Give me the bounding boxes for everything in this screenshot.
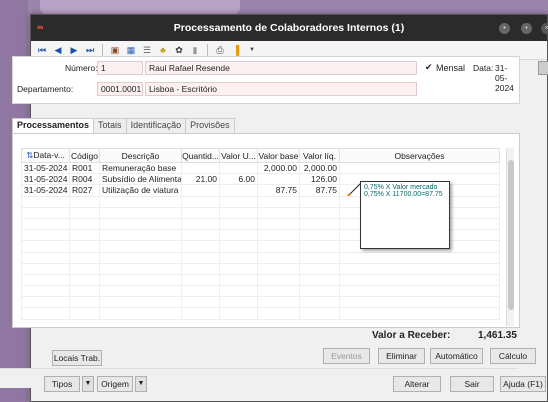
departamento-code-field[interactable]: 0001.0001 [97, 82, 143, 96]
toolbar-divider [102, 44, 103, 56]
window-title: Processamento de Colaboradores Internos … [173, 22, 405, 34]
total-label: Valor a Receber: [372, 330, 451, 341]
prev-icon[interactable]: ◀ [52, 44, 64, 56]
first-icon[interactable]: ⏮ [36, 44, 48, 56]
chevron-down-icon[interactable]: ▼ [246, 44, 258, 56]
app-logo-icon: ∞ [37, 22, 44, 32]
cell-valor-unitario[interactable]: 6.00 [219, 173, 258, 186]
print-icon[interactable]: ⎙ [214, 44, 226, 56]
cell-descricao[interactable]: Remuneração base [99, 161, 182, 175]
column-header-data[interactable]: ⇅Data-v... [21, 148, 70, 163]
tab-identificacao[interactable]: Identificação [125, 118, 187, 133]
data-label: Data: [473, 63, 494, 73]
mensal-label: Mensal [436, 63, 466, 73]
column-header-quantidade[interactable]: Quantid... [181, 148, 220, 163]
cell-data[interactable]: 31-05-2024 [21, 184, 70, 197]
cell-valor-base[interactable]: 87.75 [257, 184, 300, 197]
minimize-icon[interactable]: • [499, 23, 510, 34]
column-header-codigo[interactable]: Código [69, 148, 100, 163]
group-icon[interactable]: ▦ [125, 44, 137, 56]
titlebar: ∞ Processamento de Colaboradores Interno… [31, 15, 548, 41]
toolbar-divider [207, 44, 208, 56]
cell-valor-liquido[interactable]: 2,000.00 [299, 161, 340, 175]
tab-totais[interactable]: Totais [93, 118, 127, 133]
observation-tooltip: 0,75% X Valor mercado 0,75% X 11700.00=8… [360, 181, 450, 249]
cell-valor-liquido[interactable]: 126.00 [299, 173, 340, 186]
list-icon[interactable]: ☰ [141, 44, 153, 56]
table-row[interactable] [21, 307, 500, 320]
cell-valor-unitario[interactable] [219, 161, 258, 175]
cell-quantidade[interactable] [181, 184, 220, 197]
header-panel: Número: 1 Raul Rafael Resende ✔ Mensal D… [12, 56, 548, 104]
table-row[interactable] [21, 262, 500, 275]
tipos-dropdown-icon[interactable]: ▼ [82, 376, 94, 392]
cell-data[interactable]: 31-05-2024 [21, 173, 70, 186]
cell-data[interactable]: 31-05-2024 [21, 161, 70, 175]
cell-codigo[interactable]: R001 [69, 161, 100, 175]
cell-observacoes[interactable] [339, 161, 500, 175]
tab-bar: Processamentos Totais Identificação Prov… [12, 118, 235, 133]
note-line-2: 0,75% X 11700.00=87.75 [364, 191, 443, 198]
column-header-descricao[interactable]: Descrição [99, 148, 182, 163]
bookmark-icon[interactable]: ▐ [230, 44, 242, 56]
maximize-icon[interactable]: • [521, 23, 532, 34]
table-row[interactable] [21, 273, 500, 287]
calculo-button[interactable]: Cálculo [490, 348, 536, 364]
cell-valor-liquido[interactable]: 87.75 [299, 184, 340, 197]
gear-icon[interactable]: ✿ [173, 44, 185, 56]
cell-descricao[interactable]: Utilização de viatura ... [99, 184, 182, 197]
automatico-button[interactable]: Automático [430, 348, 483, 364]
table-header-row: ⇅Data-v... Código Descrição Quantid... V… [21, 148, 500, 163]
cell-valor-base[interactable] [257, 173, 300, 186]
hierarchy-icon[interactable]: ♣ [157, 44, 169, 56]
alterar-button[interactable]: Alterar [393, 376, 441, 392]
cell-quantidade[interactable]: 21.00 [181, 173, 220, 186]
scrollbar-thumb[interactable] [508, 160, 514, 310]
departamento-label: Departamento: [17, 84, 74, 94]
sair-button[interactable]: Sair [450, 376, 494, 392]
mensal-checkbox[interactable]: ✔ [425, 62, 433, 73]
origem-button[interactable]: Origem [97, 376, 133, 392]
cell-descricao[interactable]: Subsídio de Alimenta... [99, 173, 182, 186]
table-row[interactable]: 31-05-2024 R001 Remuneração base 2,000.0… [21, 161, 500, 175]
cell-valor-base[interactable]: 2,000.00 [257, 161, 300, 175]
cell-codigo[interactable]: R004 [69, 173, 100, 186]
grid-scrollbar[interactable] [506, 148, 514, 326]
calendar-button[interactable] [538, 61, 548, 75]
tab-provisoes[interactable]: Provisões [185, 118, 235, 133]
cell-valor-unitario[interactable] [219, 184, 258, 197]
tipos-button[interactable]: Tipos [44, 376, 80, 392]
lock-icon[interactable]: ▮ [189, 44, 201, 56]
table-row[interactable] [21, 251, 500, 264]
note-line-1: 0,75% X Valor mercado [364, 184, 438, 191]
total-value: 1,461.35 [478, 330, 517, 341]
locais-trab-button[interactable]: Locais Trab. [52, 350, 102, 366]
tab-processamentos[interactable]: Processamentos [12, 118, 95, 133]
column-header-valor-unitario[interactable]: Valor U... [219, 148, 258, 163]
column-header-valor-base[interactable]: Valor base [257, 148, 300, 163]
eliminar-button[interactable]: Eliminar [378, 348, 425, 364]
eventos-button[interactable]: Eventos [323, 348, 370, 364]
desktop-glow [40, 0, 240, 14]
ajuda-button[interactable]: Ajuda (F1) [500, 376, 546, 392]
data-field[interactable]: 31-05-2024 [495, 63, 519, 93]
table-row[interactable] [21, 296, 500, 309]
users-icon[interactable]: ▣ [109, 44, 121, 56]
nome-field[interactable]: Raul Rafael Resende [145, 61, 417, 75]
column-header-observacoes[interactable]: Observações [339, 148, 500, 163]
cell-quantidade[interactable] [181, 161, 220, 175]
close-icon[interactable]: × [541, 23, 548, 34]
origem-dropdown-icon[interactable]: ▼ [135, 376, 147, 392]
numero-label: Número: [65, 63, 98, 73]
table-row[interactable] [21, 285, 500, 298]
numero-field[interactable]: 1 [97, 61, 143, 75]
cell-codigo[interactable]: R027 [69, 184, 100, 197]
column-header-valor-liquido[interactable]: Valor líq. [299, 148, 340, 163]
departamento-name-field: Lisboa - Escritório [145, 82, 417, 96]
last-icon[interactable]: ⏭ [84, 44, 96, 56]
next-icon[interactable]: ▶ [68, 44, 80, 56]
